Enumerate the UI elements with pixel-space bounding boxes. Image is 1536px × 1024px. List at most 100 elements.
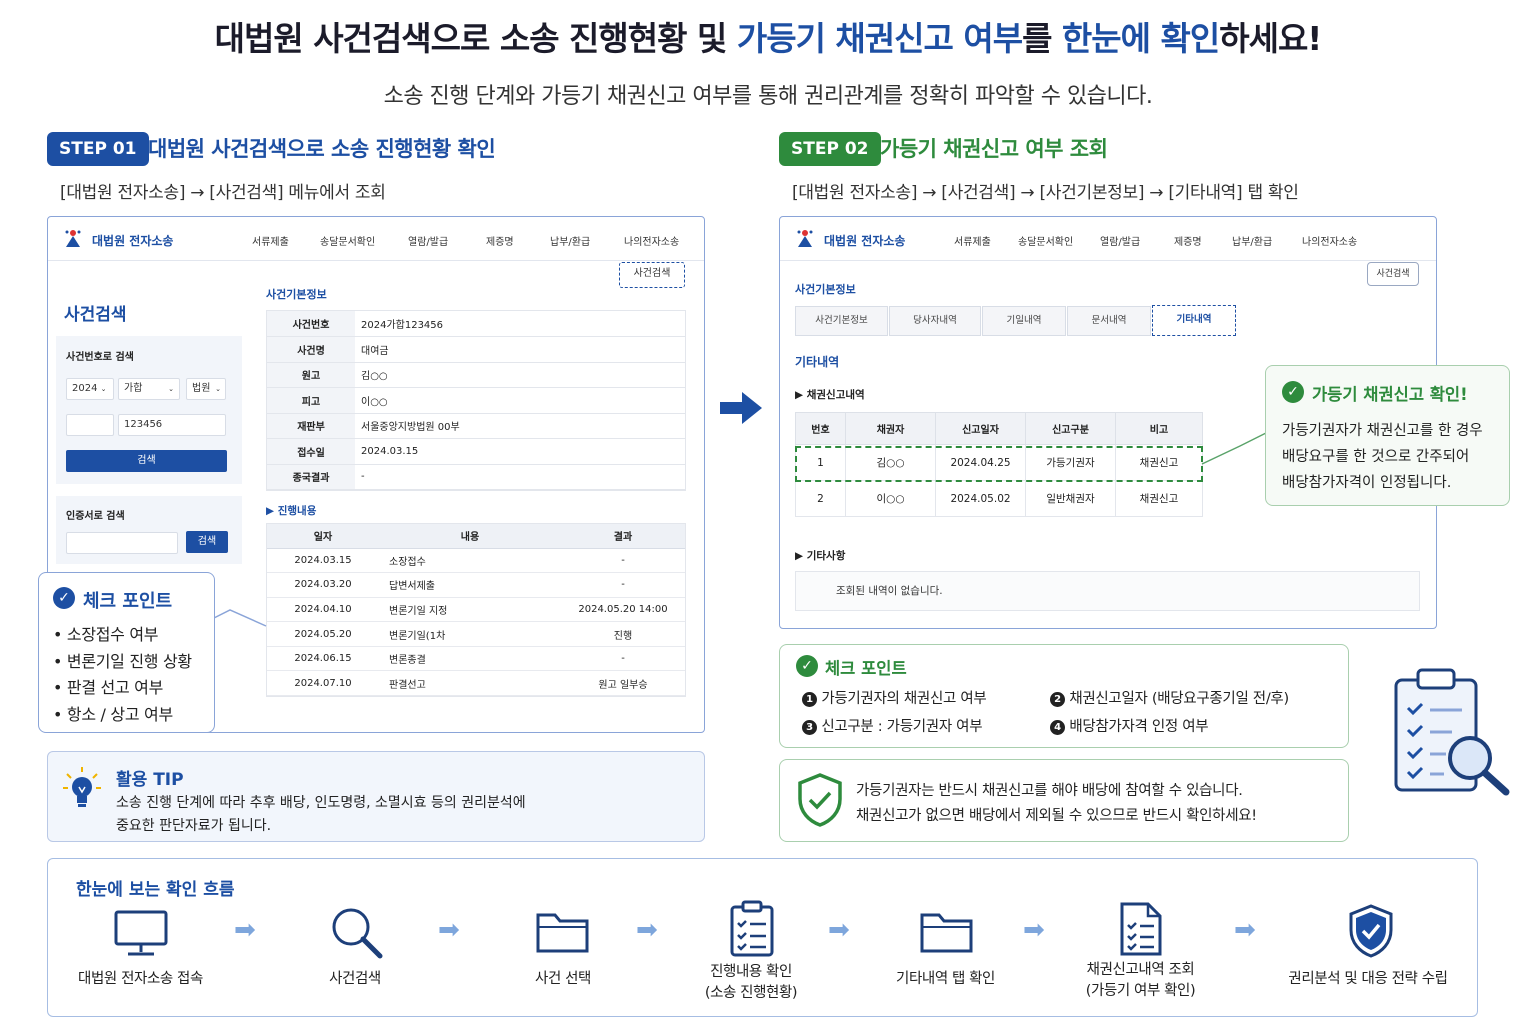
flow-step-label: 사건 선택 [535, 971, 591, 987]
number-2-icon: 2 [1050, 691, 1065, 707]
progress-table: 일자 내용 결과 2024.03.15 소장접수 - 2024.03.20 답변서제출 - … [267, 524, 685, 697]
checkpoint-item: 3 신고구분 : 가등기권자 여부 [802, 715, 983, 736]
callout-line: 배당요구를 한 것으로 간주되어 [1282, 449, 1470, 465]
nav-payment[interactable]: 납부/환급 [1232, 233, 1272, 248]
flow-step-label: 진행내용 확인 (소송 진행현황) [704, 964, 798, 1001]
tab-parties[interactable]: 당사자내역 [889, 306, 981, 336]
flow-step-label: 기타내역 탭 확인 [896, 971, 995, 987]
warning-line: 채권신고가 없으면 배당에서 제외될 수 있으므로 반드시 확인하세요! [856, 808, 1257, 824]
highlight-row-box [795, 446, 1203, 482]
table-row: 원고 김○○ [267, 362, 685, 388]
table-row: 종국결과 - [267, 464, 685, 490]
nav-cert[interactable]: 제증명 [1174, 233, 1202, 248]
nav-delivery[interactable]: 송달문서확인 [1018, 233, 1073, 248]
step1-path: [대법원 전자소송] → [사건검색] 메뉴에서 조회 [60, 183, 386, 203]
checkpoint-title: 체크 포인트 [83, 591, 173, 612]
cert-search-input[interactable] [66, 532, 178, 554]
flow-step-label: 채권신고내역 조회 (가등기 여부 확인) [1085, 962, 1196, 999]
arrow-right-icon: ➡ [234, 915, 256, 945]
number-4-icon: 4 [1050, 719, 1065, 735]
tab-basic-info[interactable]: 사건기본정보 [795, 306, 888, 336]
nav-submit[interactable]: 서류제출 [954, 233, 991, 248]
nav-cert[interactable]: 제증명 [486, 233, 514, 248]
progress-table-wrap: 일자 내용 결과 2024.03.15 소장접수 - 2024.03.20 답변서제출 - … [266, 523, 686, 698]
shield-check-icon [798, 773, 842, 827]
checkpoint-item: • 소장접수 여부 [53, 625, 159, 644]
nav-view[interactable]: 열람/발급 [1100, 233, 1140, 248]
callout-line: 가등기권자가 채권신고를 한 경우 [1282, 423, 1483, 439]
nav-my[interactable]: 나의전자소송 [624, 233, 679, 248]
checkpoint-item: 2 채권신고일자 (배당요구종기일 전/후) [1050, 687, 1289, 708]
number-3-icon: 3 [802, 719, 817, 735]
page-title: 대법원 사건검색으로 소송 진행현황 및 가등기 채권신고 여부를 한눈에 확인… [214, 19, 1323, 58]
tip-box: 활용 TIP 소송 진행 단계에 따라 추후 배당, 인도명령, 소멸시효 등의… [47, 751, 705, 842]
basic-info-title: 사건기본정보 [266, 288, 327, 301]
lightbulb-icon [63, 767, 101, 807]
tab-documents[interactable]: 문서내역 [1067, 306, 1151, 336]
year-select[interactable]: 2024 ⌄ [66, 378, 114, 400]
checkpoint-title: 체크 포인트 [825, 659, 907, 678]
page-subtitle: 소송 진행 단계와 가등기 채권신고 여부를 통해 권리관계를 정확히 파악할 … [383, 84, 1153, 109]
callout-pointer [1201, 431, 1269, 465]
arrow-right-icon: ➡ [828, 915, 850, 945]
cert-search-button[interactable]: 검색 [186, 531, 228, 553]
court-logo-icon [797, 230, 813, 247]
table-row: 2024.03.15 소장접수 - [267, 548, 685, 574]
table-row: 2024.04.10 변론기일 지정 2024.05.20 14:00 [267, 597, 685, 623]
callout-title: 가등기 채권신고 확인! [1312, 385, 1468, 404]
arrow-right-icon: ➡ [636, 915, 658, 945]
clipboard-icon [730, 900, 774, 957]
flow-box: 한눈에 보는 확인 흐름 ➡ ➡ ➡ ➡ ➡ ➡ 대법원 전자소송 접속 사건검… [47, 858, 1478, 1017]
etc-title: 기타내역 [795, 355, 840, 369]
case-prefix-input[interactable] [66, 414, 114, 436]
logo-text: 대법원 전자소송 [824, 234, 906, 248]
table-row: 2024.06.15 변론종결 - [267, 646, 685, 672]
folder-icon [920, 913, 973, 953]
case-search-button[interactable]: 사건검색 [1367, 262, 1419, 286]
checkpoint-item: • 판결 선고 여부 [53, 678, 164, 697]
no-result-box: 조회된 내역이 없습니다. [795, 571, 1420, 611]
case-number-search-label: 사건번호로 검색 [66, 352, 134, 363]
step2-checkpoint-box: ✓ 체크 포인트 1 가등기권자의 채권신고 여부 2 채권신고일자 (배당요구… [779, 644, 1349, 748]
number-1-icon: 1 [802, 691, 817, 707]
table-row: 사건번호 2024가합123456 [267, 311, 685, 337]
nav-payment[interactable]: 납부/환급 [550, 233, 590, 248]
nav-delivery[interactable]: 송달문서확인 [320, 233, 375, 248]
magnifier-icon [332, 908, 383, 959]
case-search-button[interactable]: 사건검색 [619, 262, 685, 288]
nav-my[interactable]: 나의전자소송 [1302, 233, 1357, 248]
case-number-input[interactable]: 123456 [118, 414, 226, 436]
warning-box: 가등기권자는 반드시 채권신고를 해야 배당에 참여할 수 있습니다. 채권신고… [779, 759, 1349, 842]
basic-info-table-wrap: 사건번호 2024가합123456 사건명 대여금 원고 김○○ 피고 이○○ 재판부 서… [266, 310, 686, 491]
table-row: 사건명 대여금 [267, 336, 685, 363]
table-row: 접수일 2024.03.15 [267, 438, 685, 465]
logo-text: 대법원 전자소송 [92, 234, 174, 248]
case-type-select[interactable]: 가합 ⌄ [118, 378, 180, 400]
case-search-submit-button[interactable]: 검색 [66, 450, 227, 472]
callout-line: 배당참가자격이 인정됩니다. [1282, 475, 1452, 491]
step1-checkpoint-box: ✓ 체크 포인트 • 소장접수 여부 • 변론기일 진행 상황 • 판결 선고 … [38, 572, 215, 733]
step2-badge: STEP 02 [779, 132, 881, 166]
step1-badge: STEP 01 [47, 132, 149, 166]
claim-callout-box: ✓ 가등기 채권신고 확인! 가등기권자가 채권신고를 한 경우 배당요구를 한… [1265, 365, 1510, 506]
table-row: 2024.07.10 판결선고 원고 일부승 [267, 670, 685, 697]
tip-line: 소송 진행 단계에 따라 추후 배당, 인도명령, 소멸시효 등의 권리분석에 [116, 795, 526, 811]
chevron-down-icon: ⌄ [100, 385, 107, 393]
nav-view[interactable]: 열람/발급 [408, 233, 448, 248]
nav-submit[interactable]: 서류제출 [252, 233, 289, 248]
court-select[interactable]: 법원 ⌄ [186, 378, 226, 400]
step1-title: 대법원 사건검색으로 소송 진행현황 확인 [148, 137, 496, 161]
other-title: ▶ 기타사항 [795, 550, 846, 562]
tab-hearings[interactable]: 기일내역 [982, 306, 1066, 336]
checkpoint-item: • 변론기일 진행 상황 [53, 652, 192, 671]
basic-info-table: 사건번호 2024가합123456 사건명 대여금 원고 김○○ 피고 이○○ 재판부 서… [267, 311, 685, 490]
tab-etc[interactable]: 기타내역 [1152, 305, 1236, 336]
claim-title: ▶ 채권신고내역 [795, 389, 865, 401]
court-logo-icon [65, 230, 81, 247]
checkpoint-item: 1 가등기권자의 채권신고 여부 [802, 687, 987, 708]
sidebar-title: 사건검색 [64, 305, 127, 325]
table-row: 2024.05.20 변론기일(1차 진행 [267, 621, 685, 647]
table-row: 2024.03.20 답변서제출 - [267, 572, 685, 598]
table-row: 재판부 서울중앙지방법원 00부 [267, 413, 685, 439]
flow-title: 한눈에 보는 확인 흐름 [76, 880, 235, 900]
